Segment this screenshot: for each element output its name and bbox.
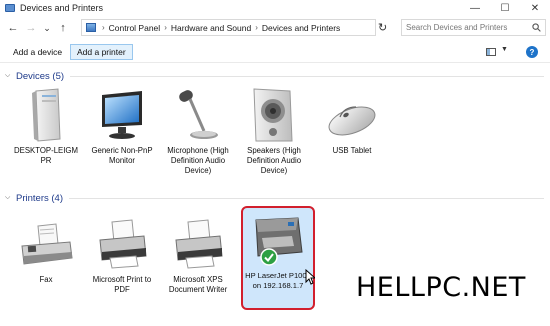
speaker-icon [246, 87, 302, 143]
close-button[interactable]: ✕ [520, 0, 550, 16]
microphone-icon [170, 87, 226, 143]
search-input[interactable]: Search Devices and Printers [401, 19, 546, 36]
computer-tower-icon [18, 87, 74, 143]
refresh-button[interactable]: ↻ [378, 21, 387, 34]
printers-section-header[interactable]: ⌵ Printers (4) [0, 191, 550, 205]
printer-label: Microsoft XPS Document Writer [168, 275, 228, 294]
printer-hp-laserjet[interactable]: HP LaserJet P1008 on 192.168.1.7 [243, 212, 313, 291]
mouse-cursor-icon [305, 269, 315, 285]
maximize-button[interactable]: ☐ [490, 0, 520, 16]
change-view-icon[interactable] [486, 48, 496, 56]
search-icon [532, 23, 541, 32]
search-placeholder: Search Devices and Printers [406, 23, 508, 32]
breadcrumb-separator: › [102, 23, 105, 32]
mouse-icon [324, 87, 380, 143]
title-bar: Devices and Printers — ☐ ✕ [0, 0, 550, 16]
back-button[interactable]: ← [6, 21, 20, 35]
printer-icon [170, 216, 226, 272]
device-speakers[interactable]: Speakers (High Definition Audio Device) [239, 87, 309, 176]
devices-section-label: Devices (5) [16, 70, 65, 82]
breadcrumb-separator: › [164, 23, 167, 32]
command-bar: Add a device Add a printer ▼ ? [0, 41, 550, 63]
device-microphone[interactable]: Microphone (High Definition Audio Device… [163, 87, 233, 176]
printer-fax[interactable]: Fax [11, 216, 81, 285]
device-label: DESKTOP-LEIGM PR [14, 146, 78, 165]
breadcrumb-control-panel[interactable]: Control Panel [109, 23, 161, 33]
add-device-button[interactable]: Add a device [7, 44, 68, 60]
watermark-text: HELLPC.NET [356, 272, 526, 303]
devices-section-header[interactable]: ⌵ Devices (5) [0, 69, 550, 83]
device-label: USB Tablet [332, 146, 372, 155]
printer-label: HP LaserJet P1008 on 192.168.1.7 [245, 271, 311, 290]
default-check-icon [260, 248, 278, 266]
device-desktop[interactable]: DESKTOP-LEIGM PR [11, 87, 81, 166]
breadcrumb-devices-and-printers[interactable]: Devices and Printers [262, 23, 340, 33]
up-button[interactable]: ↑ [56, 21, 70, 35]
section-divider [70, 75, 544, 77]
printers-section-label: Printers (4) [16, 192, 63, 204]
window-title: Devices and Printers [20, 3, 104, 13]
collapse-caret-icon[interactable]: ⌵ [5, 72, 13, 80]
collapse-caret-icon[interactable]: ⌵ [5, 194, 13, 202]
printer-label: Fax [39, 275, 53, 284]
fax-icon [18, 216, 74, 272]
device-label: Generic Non-PnP Monitor [91, 146, 153, 165]
help-icon[interactable]: ? [526, 46, 538, 58]
minimize-button[interactable]: — [460, 0, 490, 16]
breadcrumb-hardware-and-sound[interactable]: Hardware and Sound [171, 23, 251, 33]
forward-button[interactable]: → [24, 21, 38, 35]
devices-printers-app-icon [5, 4, 15, 12]
section-divider [68, 197, 544, 199]
address-row: ← → ⌄ ↑ › Control Panel › Hardware and S… [0, 17, 550, 39]
window-controls: — ☐ ✕ [460, 0, 550, 16]
monitor-icon [94, 87, 150, 143]
laser-printer-icon [250, 212, 306, 268]
printer-icon [94, 216, 150, 272]
address-bar[interactable]: › Control Panel › Hardware and Sound › D… [81, 19, 376, 36]
recent-locations-button[interactable]: ⌄ [40, 21, 54, 35]
device-label: Microphone (High Definition Audio Device… [167, 146, 229, 175]
printer-xps[interactable]: Microsoft XPS Document Writer [163, 216, 233, 295]
printer-label: Microsoft Print to PDF [92, 275, 152, 294]
breadcrumb-separator: › [255, 23, 258, 32]
device-usb-tablet[interactable]: USB Tablet [317, 87, 387, 156]
control-panel-icon [86, 23, 96, 32]
device-label: Speakers (High Definition Audio Device) [246, 146, 302, 175]
add-printer-button[interactable]: Add a printer [70, 44, 133, 60]
printer-pdf[interactable]: Microsoft Print to PDF [87, 216, 157, 295]
chevron-down-icon[interactable]: ▼ [501, 46, 508, 53]
device-monitor[interactable]: Generic Non-PnP Monitor [87, 87, 157, 166]
